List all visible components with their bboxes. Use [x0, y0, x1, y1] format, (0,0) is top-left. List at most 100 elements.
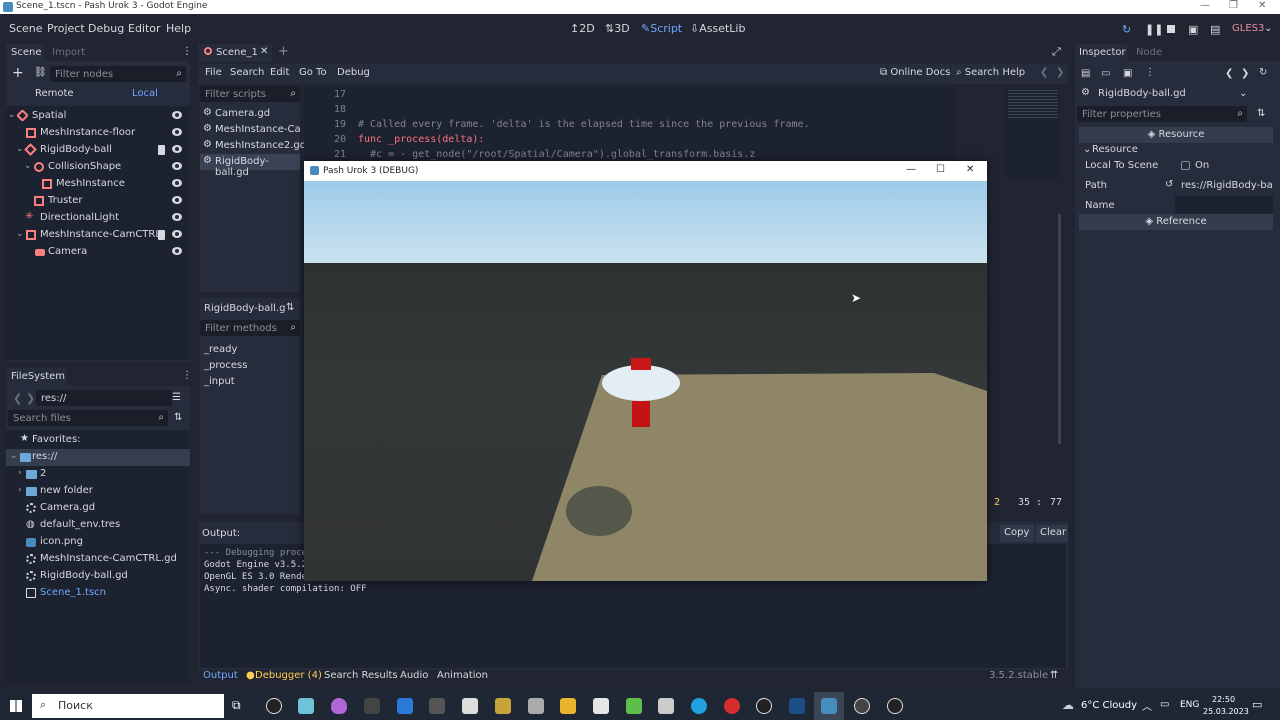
- method-item[interactable]: _ready: [204, 344, 237, 355]
- renderer-label[interactable]: GLES3: [1232, 23, 1264, 34]
- app-icon[interactable]: [495, 698, 511, 714]
- chevron-down-icon[interactable]: ⌄: [16, 229, 24, 239]
- visibility-eye-icon[interactable]: [172, 145, 182, 153]
- method-item[interactable]: _process: [204, 360, 247, 371]
- scene-tab[interactable]: Scene_1 ✕: [198, 44, 272, 62]
- menu-debug[interactable]: Debug: [88, 22, 124, 35]
- mode-2d-button[interactable]: ↥2D: [570, 22, 595, 35]
- filter-methods-input[interactable]: Filter methods ⌕: [200, 320, 300, 336]
- tree-node-directionallight[interactable]: ✳ DirectionalLight: [6, 210, 190, 227]
- app-icon[interactable]: [724, 698, 740, 714]
- restore-icon[interactable]: ❐: [1229, 0, 1238, 11]
- add-node-icon[interactable]: +: [12, 65, 24, 81]
- unreal-icon[interactable]: [266, 698, 282, 714]
- history-forward-icon[interactable]: ❯: [1241, 68, 1249, 79]
- script-menu-edit[interactable]: Edit: [270, 67, 289, 78]
- visibility-eye-icon[interactable]: [172, 247, 182, 255]
- app-icon[interactable]: [429, 698, 445, 714]
- stop-icon[interactable]: [1167, 25, 1175, 33]
- sort-icon[interactable]: ⇅: [1257, 108, 1265, 119]
- chevron-down-icon[interactable]: ⌄: [8, 110, 16, 120]
- godot-icon[interactable]: [821, 698, 837, 714]
- chevron-down-icon[interactable]: ⌄: [1083, 144, 1091, 155]
- open-icon[interactable]: ▭: [1101, 68, 1110, 79]
- history-icon[interactable]: ↻: [1259, 67, 1267, 78]
- app-icon[interactable]: [528, 698, 544, 714]
- tree-node-camera[interactable]: Camera: [6, 244, 190, 261]
- close-icon[interactable]: ✕: [1258, 0, 1266, 11]
- prev-script-icon[interactable]: ❮: [1040, 67, 1048, 78]
- error-count[interactable]: 2: [994, 497, 1000, 508]
- script-item[interactable]: ⚙ Camera.gd: [200, 106, 300, 122]
- tree-node-spatial[interactable]: ⌄ Spatial: [6, 108, 190, 125]
- add-tab-icon[interactable]: +: [278, 44, 289, 59]
- play-custom-icon[interactable]: ▤: [1210, 23, 1220, 36]
- history-back-icon[interactable]: ❮: [1225, 68, 1233, 79]
- app-icon[interactable]: [854, 698, 870, 714]
- chevron-down-icon[interactable]: ⌄: [1239, 88, 1247, 99]
- file-row-icon-png[interactable]: icon.png: [6, 534, 190, 551]
- tab-debugger[interactable]: Debugger (4): [255, 670, 322, 681]
- notifications-icon[interactable]: ▭: [1252, 698, 1262, 711]
- game-debug-window[interactable]: Pash Urok 3 (DEBUG) — ☐ ✕ ➤: [304, 161, 987, 581]
- chevron-up-icon[interactable]: ︿: [1142, 698, 1152, 713]
- file-row-camctrl-gd[interactable]: MeshInstance-CamCTRL.gd: [6, 551, 190, 568]
- local-to-scene-checkbox[interactable]: [1181, 161, 1190, 170]
- edge-icon[interactable]: [691, 698, 707, 714]
- chevron-down-icon[interactable]: ⌄: [24, 161, 32, 171]
- tab-animation[interactable]: Animation: [437, 670, 488, 681]
- save-icon[interactable]: ▣: [1123, 68, 1132, 79]
- app-icon[interactable]: [331, 698, 347, 714]
- explorer-icon[interactable]: [560, 698, 576, 714]
- next-script-icon[interactable]: ❯: [1056, 67, 1064, 78]
- menu-help[interactable]: Help: [166, 22, 191, 35]
- script-icon[interactable]: [158, 230, 165, 240]
- code-editor[interactable]: 17 18 19 # Called every frame. 'delta' i…: [304, 86, 954, 161]
- language-indicator[interactable]: ENG: [1180, 700, 1199, 710]
- name-field[interactable]: [1175, 196, 1273, 214]
- resource-section-header[interactable]: ◈ Resource: [1079, 127, 1273, 143]
- tab-output[interactable]: Output: [203, 670, 238, 681]
- clear-button[interactable]: Clear: [1036, 525, 1068, 542]
- unreal-icon[interactable]: [887, 698, 903, 714]
- tab-inspector[interactable]: Inspector: [1079, 47, 1126, 58]
- file-row-new-folder[interactable]: › new folder: [6, 483, 190, 500]
- app-icon[interactable]: [658, 698, 674, 714]
- method-item[interactable]: _input: [204, 376, 235, 387]
- code-minimap[interactable]: [1006, 88, 1060, 178]
- app-icon[interactable]: [298, 698, 314, 714]
- script-menu-search[interactable]: Search: [230, 67, 264, 78]
- pin-icon[interactable]: ⇈: [1050, 670, 1058, 681]
- mode-assetlib-button[interactable]: ⇩AssetLib: [690, 22, 745, 35]
- tab-audio[interactable]: Audio: [400, 670, 428, 681]
- back-icon[interactable]: ❮: [13, 392, 22, 405]
- app-icon[interactable]: [364, 698, 380, 714]
- menu-editor[interactable]: Editor: [128, 22, 161, 35]
- favorites-row[interactable]: ★ Favorites:: [6, 432, 190, 449]
- search-help-button[interactable]: ⌕ Search Help: [956, 67, 1025, 78]
- script-item-selected[interactable]: ⚙ RigidBody-ball.gd: [200, 154, 300, 178]
- menu-scene[interactable]: Scene: [9, 22, 43, 35]
- clock-date[interactable]: 25.03.2023: [1203, 707, 1249, 716]
- app-icon[interactable]: [462, 698, 478, 714]
- editor-scrollbar[interactable]: [1058, 214, 1061, 444]
- tab-node[interactable]: Node: [1136, 47, 1162, 58]
- file-row-2[interactable]: › 2: [6, 466, 190, 483]
- tree-node-meshinstance[interactable]: MeshInstance: [6, 176, 190, 193]
- sort-icon[interactable]: ⇅: [286, 302, 294, 313]
- weather-text[interactable]: 6°C Cloudy: [1081, 700, 1137, 711]
- menu-icon[interactable]: ⋮: [1145, 67, 1155, 78]
- dock-menu-icon[interactable]: ⋮: [182, 370, 192, 381]
- path-field[interactable]: res://: [36, 390, 172, 406]
- resource-subsection-label[interactable]: Resource: [1092, 144, 1138, 155]
- visibility-eye-icon[interactable]: [172, 162, 182, 170]
- mail-icon[interactable]: [397, 698, 413, 714]
- tab-filesystem[interactable]: FileSystem: [11, 371, 65, 382]
- script-item[interactable]: ⚙ MeshInstance-Cam: [200, 122, 300, 138]
- file-row-rigidbody-gd[interactable]: RigidBody-ball.gd: [6, 568, 190, 585]
- renderer-chevron-icon[interactable]: ⌄: [1264, 23, 1272, 34]
- task-view-icon[interactable]: ⧉: [232, 698, 248, 714]
- visibility-eye-icon[interactable]: [172, 111, 182, 119]
- visibility-eye-icon[interactable]: [172, 179, 182, 187]
- script-icon[interactable]: [158, 145, 165, 155]
